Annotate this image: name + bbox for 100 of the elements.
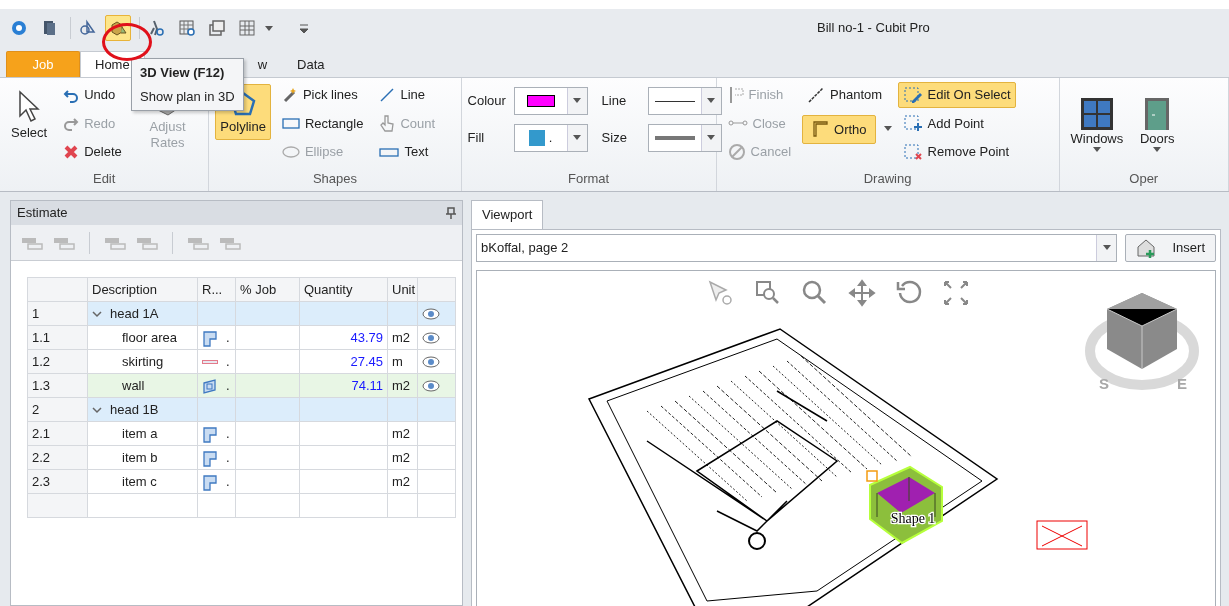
table-row[interactable]: 2 head 1B	[27, 397, 456, 422]
ribbon-button[interactable]: Ortho	[802, 114, 876, 144]
table-cell: m2	[387, 373, 418, 398]
column-header: Description	[87, 277, 198, 302]
ribbon-button[interactable]: Add Point	[897, 110, 1016, 136]
house-add-icon	[1136, 237, 1157, 258]
ribbon-button[interactable]: Text	[374, 139, 441, 165]
ribbon-button[interactable]: Select	[6, 84, 53, 147]
line-picker[interactable]	[647, 87, 722, 115]
line-sample	[654, 100, 695, 102]
row-number: 1.2	[27, 349, 88, 374]
table-cell-text: .	[226, 376, 230, 395]
caret-icon	[1103, 244, 1111, 251]
field-label: Size	[601, 129, 628, 148]
group-label: Oper	[1128, 169, 1160, 188]
ribbon-button[interactable]: Remove Point	[897, 139, 1016, 165]
ribbon-button[interactable]: Undo	[58, 82, 127, 108]
edit-select-icon	[902, 85, 923, 104]
table-cell: 43.79	[299, 325, 388, 350]
table-cell: wall	[87, 373, 198, 398]
caret-icon	[573, 135, 582, 141]
fit-extents-icon[interactable]	[944, 280, 968, 305]
zoom-window-icon[interactable]	[756, 280, 779, 304]
ribbon-button[interactable]: Delete	[58, 139, 127, 165]
chevron-icon[interactable]	[92, 405, 102, 414]
pin-icon[interactable]	[446, 207, 456, 219]
column-header: % Job	[235, 277, 300, 302]
eye-icon[interactable]	[422, 356, 440, 369]
table-row[interactable]: 1.1 floor area . 43.79 m2	[27, 325, 456, 350]
ribbon-button[interactable]: Doors	[1134, 92, 1181, 159]
color-picker[interactable]	[513, 87, 588, 115]
field-label: Fill	[467, 129, 486, 148]
ribbon-button[interactable]: Edit On Select	[897, 82, 1016, 108]
table-cell: item b	[87, 445, 198, 470]
compass-label: E	[1177, 374, 1187, 392]
table-cell-text: .	[226, 328, 230, 347]
ribbon-button[interactable]: Windows	[1065, 92, 1129, 159]
close-path-icon	[727, 118, 748, 129]
zoom-icon[interactable]	[802, 280, 827, 304]
ribbon-tab[interactable]: Data	[282, 51, 340, 77]
table-cell-text: .	[226, 424, 230, 443]
table-row[interactable]: 2.3 item c . m2	[27, 469, 456, 494]
ribbon-tab[interactable]: w	[256, 51, 283, 77]
eye-icon[interactable]	[422, 308, 440, 321]
table-row[interactable]: 1.3 wall . 74.11 m2	[27, 373, 456, 398]
view-cube-drawing[interactable]	[1085, 292, 1199, 390]
ortho-icon	[811, 120, 830, 139]
line-icon	[379, 86, 396, 103]
table-row[interactable]: 1 head 1A	[27, 301, 456, 326]
move-icon[interactable]	[849, 279, 875, 306]
table-row[interactable]: 2.1 item a . m2	[27, 421, 456, 446]
handle-marker[interactable]	[866, 469, 878, 482]
shape-label: Shape 1	[890, 510, 936, 526]
table-cell: floor area	[87, 325, 198, 350]
cube-icon	[109, 19, 127, 37]
shape-icon	[202, 426, 218, 444]
insert-button[interactable]: Insert	[1125, 233, 1216, 262]
group-label: Shapes	[311, 169, 358, 188]
ribbon-button[interactable]: Rectangle	[276, 110, 369, 136]
select-zoom-icon[interactable]	[708, 280, 732, 305]
caret-icon[interactable]	[264, 23, 274, 33]
ribbon-button[interactable]: Phantom	[802, 82, 892, 108]
ribbon-button[interactable]: Pick lines	[276, 82, 369, 108]
rectangle-icon	[281, 116, 300, 131]
rotate-icon[interactable]	[896, 280, 922, 303]
color-picker[interactable]: .	[513, 124, 588, 152]
redo-icon	[63, 115, 80, 132]
table-cell: m2	[387, 325, 418, 350]
eye-icon[interactable]	[422, 332, 440, 345]
table-search-icon	[178, 19, 196, 37]
caret-icon[interactable]	[883, 126, 892, 133]
row-number: 2.1	[27, 421, 88, 446]
eye-icon[interactable]	[422, 380, 440, 393]
line-picker[interactable]	[647, 124, 722, 152]
table-cell: 74.11	[299, 373, 388, 398]
magic-wand-icon	[281, 86, 298, 103]
field-label: Line	[601, 92, 628, 111]
table-cell-text: head 1B	[110, 400, 159, 419]
toolbar-button[interactable]	[105, 15, 131, 41]
cancel-icon	[727, 142, 746, 161]
delete-icon	[63, 143, 80, 160]
panel-tab[interactable]: Viewport	[471, 200, 544, 229]
caret-icon	[707, 98, 716, 104]
page-dropdown[interactable]: bKoffal, page 2	[476, 233, 1118, 262]
shape-icon	[202, 450, 218, 468]
figure-search-icon	[148, 19, 166, 37]
column-header: R...	[197, 277, 236, 302]
group-label: Format	[567, 169, 611, 188]
logo-icon	[10, 19, 28, 37]
caret-icon	[1153, 147, 1162, 154]
window-title: Bill no-1 - Cubit Pro	[817, 19, 930, 37]
table-row[interactable]: 2.2 item b . m2	[27, 445, 456, 470]
table-row[interactable]: 1.2 skirting . 27.45 m	[27, 349, 456, 374]
ribbon-button[interactable]: Line	[374, 82, 441, 108]
dashed-line-icon	[807, 85, 826, 104]
shape-drawing[interactable]	[869, 465, 943, 544]
table-cell: m2	[387, 469, 418, 494]
hand-icon	[379, 114, 396, 133]
chevron-icon[interactable]	[92, 309, 102, 318]
customize-icon[interactable]	[298, 21, 310, 36]
